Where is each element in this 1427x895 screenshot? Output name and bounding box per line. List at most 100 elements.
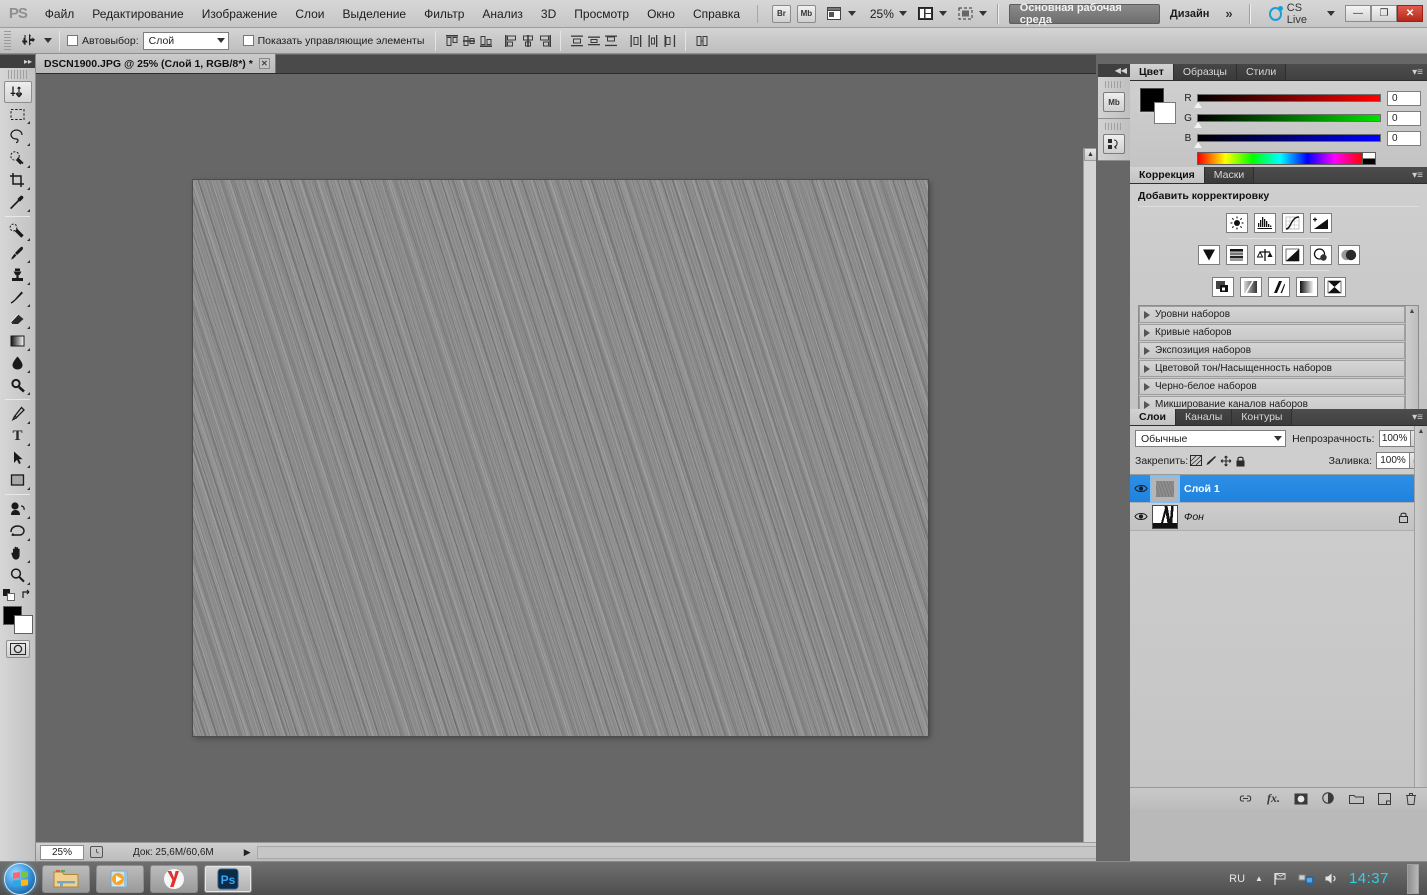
distribute-left-edges-icon[interactable] <box>627 32 644 50</box>
layer-mask-icon[interactable] <box>1294 793 1308 805</box>
window-restore-button[interactable]: ❐ <box>1371 5 1398 22</box>
launch-bridge-button[interactable]: Br <box>771 4 791 23</box>
tab-channels[interactable]: Каналы <box>1175 409 1233 425</box>
tool-lasso[interactable] <box>4 125 32 147</box>
value-r[interactable]: 0 <box>1387 90 1421 106</box>
hue-saturation-icon[interactable] <box>1225 245 1248 265</box>
autoselect-checkbox[interactable] <box>67 35 78 46</box>
arrange-documents-icon[interactable] <box>917 6 934 22</box>
lock-image-pixels-icon[interactable] <box>1203 454 1218 468</box>
tool-clone-stamp[interactable] <box>4 264 32 286</box>
invert-icon[interactable] <box>1211 277 1234 297</box>
tool-hand[interactable] <box>4 542 32 564</box>
tool-gradient[interactable] <box>4 330 32 352</box>
curves-icon[interactable] <box>1281 213 1304 233</box>
color-background-swatch[interactable] <box>1154 102 1176 124</box>
taskbar-media-player[interactable] <box>96 864 144 893</box>
selective-color-icon[interactable] <box>1323 277 1346 297</box>
tools-grip[interactable] <box>7 70 28 79</box>
distribute-vertical-centers-icon[interactable] <box>585 32 602 50</box>
show-transform-controls-checkbox[interactable] <box>242 35 254 46</box>
layer-visibility-toggle-icon[interactable] <box>1130 475 1152 503</box>
network-icon[interactable] <box>1298 872 1314 886</box>
volume-icon[interactable] <box>1324 872 1339 885</box>
menu-layers[interactable]: Слои <box>286 3 333 25</box>
zoom-caret-icon[interactable] <box>898 11 907 16</box>
status-preview-icon[interactable] <box>87 845 105 860</box>
slider-thumb-r[interactable] <box>1194 102 1202 108</box>
background-color-swatch[interactable] <box>13 615 33 634</box>
tool-quick-selection[interactable] <box>4 147 32 169</box>
quick-mask-mode-button[interactable] <box>5 640 30 658</box>
foreground-background-colors[interactable] <box>2 606 33 634</box>
align-vertical-centers-icon[interactable] <box>460 32 477 50</box>
adjustments-panel-menu-icon[interactable]: ▾≡ <box>1412 170 1423 181</box>
tool-rectangular-marquee[interactable] <box>4 103 32 125</box>
photo-filter-icon[interactable] <box>1309 245 1332 265</box>
new-layer-icon[interactable] <box>1378 792 1391 805</box>
tools-collapse-header[interactable]: ▸▸ <box>0 55 35 68</box>
presets-scroll-up-icon[interactable]: ▲ <box>1409 308 1416 315</box>
layer-thumbnail[interactable] <box>1150 474 1180 503</box>
preset-exposure[interactable]: Экспозиция наборов <box>1139 342 1405 359</box>
vibrance-icon[interactable] <box>1197 245 1220 265</box>
preset-black-white[interactable]: Черно-белое наборов <box>1139 378 1405 395</box>
align-top-edges-icon[interactable] <box>443 32 460 50</box>
color-panel-menu-icon[interactable]: ▾≡ <box>1412 67 1423 78</box>
tool-rectangle-shape[interactable] <box>4 469 32 491</box>
document-tab-close-icon[interactable]: ✕ <box>258 58 270 69</box>
workspace-more-chevron-icon[interactable]: » <box>1219 6 1238 21</box>
new-group-icon[interactable] <box>1349 793 1364 804</box>
preset-expand-icon[interactable] <box>1144 382 1150 391</box>
table-row[interactable]: Слой 1 <box>1130 474 1427 503</box>
layers-panel-menu-icon[interactable]: ▾≡ <box>1412 412 1423 423</box>
layer-thumbnail[interactable] <box>1152 504 1178 529</box>
tab-masks[interactable]: Маски <box>1204 167 1255 183</box>
tool-type[interactable]: T <box>4 425 32 447</box>
slider-thumb-g[interactable] <box>1194 122 1202 128</box>
menu-window[interactable]: Окно <box>638 3 684 25</box>
preset-expand-icon[interactable] <box>1144 328 1150 337</box>
cs-live-caret-icon[interactable] <box>1327 11 1336 16</box>
distribute-top-edges-icon[interactable] <box>568 32 585 50</box>
adjustment-presets-list[interactable]: Уровни наборов Кривые наборов Экспозиция… <box>1138 305 1419 423</box>
canvas-area[interactable]: ▲ ▼ <box>36 74 1096 842</box>
tab-styles[interactable]: Стили <box>1236 64 1287 80</box>
tool-brush[interactable] <box>4 242 32 264</box>
delete-layer-icon[interactable] <box>1405 792 1417 805</box>
launch-mini-bridge-button[interactable]: Mb <box>796 4 816 23</box>
tool-path-selection[interactable] <box>4 447 32 469</box>
tray-expand-icon[interactable]: ▲ <box>1255 874 1263 883</box>
preset-expand-icon[interactable] <box>1144 346 1150 355</box>
menu-file[interactable]: Файл <box>36 3 84 25</box>
tool-move[interactable] <box>3 81 32 103</box>
threshold-icon[interactable] <box>1267 277 1290 297</box>
channel-mixer-icon[interactable] <box>1337 245 1360 265</box>
action-center-flag-icon[interactable] <box>1273 872 1288 886</box>
distribute-bottom-edges-icon[interactable] <box>602 32 619 50</box>
black-white-icon[interactable] <box>1281 245 1304 265</box>
tool-zoom[interactable] <box>4 564 32 586</box>
spectrum-black-white[interactable] <box>1363 152 1376 165</box>
language-indicator[interactable]: RU <box>1229 873 1245 885</box>
lock-transparent-pixels-icon[interactable] <box>1188 454 1203 468</box>
tool-blur[interactable] <box>4 352 32 374</box>
zoom-input[interactable]: 25% <box>40 844 84 860</box>
levels-icon[interactable] <box>1253 213 1276 233</box>
tool-pen[interactable] <box>4 403 32 425</box>
lock-position-icon[interactable] <box>1218 454 1233 468</box>
view-extras-icon[interactable] <box>826 6 843 22</box>
preset-expand-icon[interactable] <box>1144 400 1150 409</box>
tab-paths[interactable]: Контуры <box>1232 409 1293 425</box>
tool-preset-caret-icon[interactable] <box>44 38 52 43</box>
tool-dodge[interactable] <box>4 374 32 396</box>
active-tool-icon-move[interactable] <box>16 31 42 51</box>
screen-mode-icon[interactable] <box>957 6 974 22</box>
slider-track-b[interactable] <box>1194 134 1381 148</box>
horizontal-scroll-track[interactable] <box>256 845 1096 859</box>
arrange-caret-icon[interactable] <box>938 11 947 16</box>
color-balance-icon[interactable] <box>1253 245 1276 265</box>
dock-grip-2[interactable] <box>1105 123 1123 130</box>
tool-eyedropper[interactable] <box>4 191 32 213</box>
menu-3d[interactable]: 3D <box>532 3 565 25</box>
